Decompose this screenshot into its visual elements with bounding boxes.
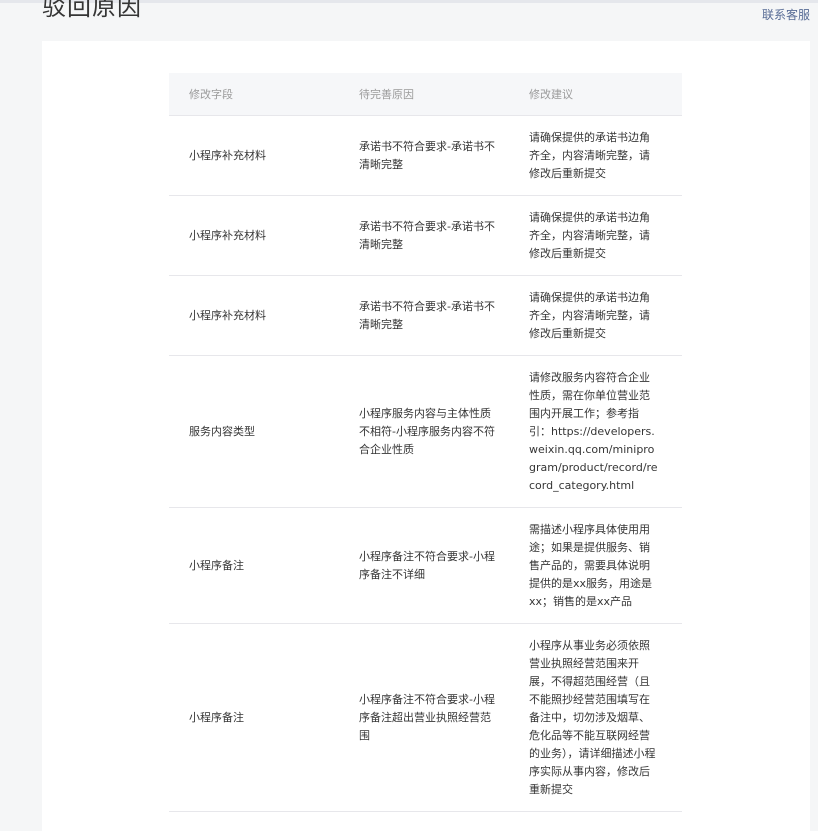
row-suggestion: 请确保提供的承诺书边角齐全，内容清晰完整，请修改后重新提交	[509, 275, 682, 356]
row-field: 服务内容类型	[169, 355, 339, 508]
column-header-suggestion: 修改建议	[509, 73, 682, 116]
row-field: 小程序备注	[169, 623, 339, 812]
row-field: 小程序补充材料	[169, 115, 339, 196]
row-reason: 小程序备注不符合要求-小程序备注不详细	[339, 507, 509, 624]
table-row: 服务内容类型 小程序服务内容与主体性质不相符-小程序服务内容不符合企业性质 请修…	[169, 355, 682, 508]
row-reason: 小程序备注不符合要求-小程序备注超出营业执照经营范围	[339, 623, 509, 812]
row-suggestion: 请修改服务内容符合企业性质，需在你单位营业范围内开展工作；参考指引：https:…	[509, 355, 682, 508]
row-reason: 承诺书不符合要求-承诺书不清晰完整	[339, 115, 509, 196]
row-field: 小程序补充材料	[169, 275, 339, 356]
row-reason: 承诺书不符合要求-承诺书不清晰完整	[339, 195, 509, 276]
row-suggestion: 需描述小程序具体使用用途；如果是提供服务、销售产品的，需要具体说明提供的是xx服…	[509, 507, 682, 624]
column-header-reason: 待完善原因	[339, 73, 509, 116]
row-field: 小程序备注	[169, 507, 339, 624]
contact-support-link[interactable]: 联系客服	[762, 6, 810, 23]
row-reason: 小程序服务内容与主体性质不相符-小程序服务内容不符合企业性质	[339, 355, 509, 508]
page-title: 驳回原因	[42, 0, 142, 21]
row-suggestion: 请确保提供的承诺书边角齐全，内容清晰完整，请修改后重新提交	[509, 195, 682, 276]
row-suggestion: 请确保提供的承诺书边角齐全，内容清晰完整，请修改后重新提交	[509, 115, 682, 196]
table-row: 小程序补充材料 承诺书不符合要求-承诺书不清晰完整 请确保提供的承诺书边角齐全，…	[169, 115, 682, 196]
column-header-field: 修改字段	[169, 73, 339, 116]
rejection-card: 修改字段 待完善原因 修改建议 小程序补充材料 承诺书不符合要求-承诺书不清晰完…	[42, 41, 810, 831]
rejection-reasons-table: 修改字段 待完善原因 修改建议 小程序补充材料 承诺书不符合要求-承诺书不清晰完…	[169, 73, 682, 812]
row-suggestion: 小程序从事业务必须依照营业执照经营范围来开展，不得超范围经营（且不能照抄经营范围…	[509, 623, 682, 812]
row-field: 小程序补充材料	[169, 195, 339, 276]
table-row: 小程序备注 小程序备注不符合要求-小程序备注不详细 需描述小程序具体使用用途；如…	[169, 507, 682, 624]
table-row: 小程序备注 小程序备注不符合要求-小程序备注超出营业执照经营范围 小程序从事业务…	[169, 623, 682, 812]
table-row: 小程序补充材料 承诺书不符合要求-承诺书不清晰完整 请确保提供的承诺书边角齐全，…	[169, 275, 682, 356]
row-reason: 承诺书不符合要求-承诺书不清晰完整	[339, 275, 509, 356]
table-row: 小程序补充材料 承诺书不符合要求-承诺书不清晰完整 请确保提供的承诺书边角齐全，…	[169, 195, 682, 276]
table-header-row: 修改字段 待完善原因 修改建议	[169, 73, 682, 116]
